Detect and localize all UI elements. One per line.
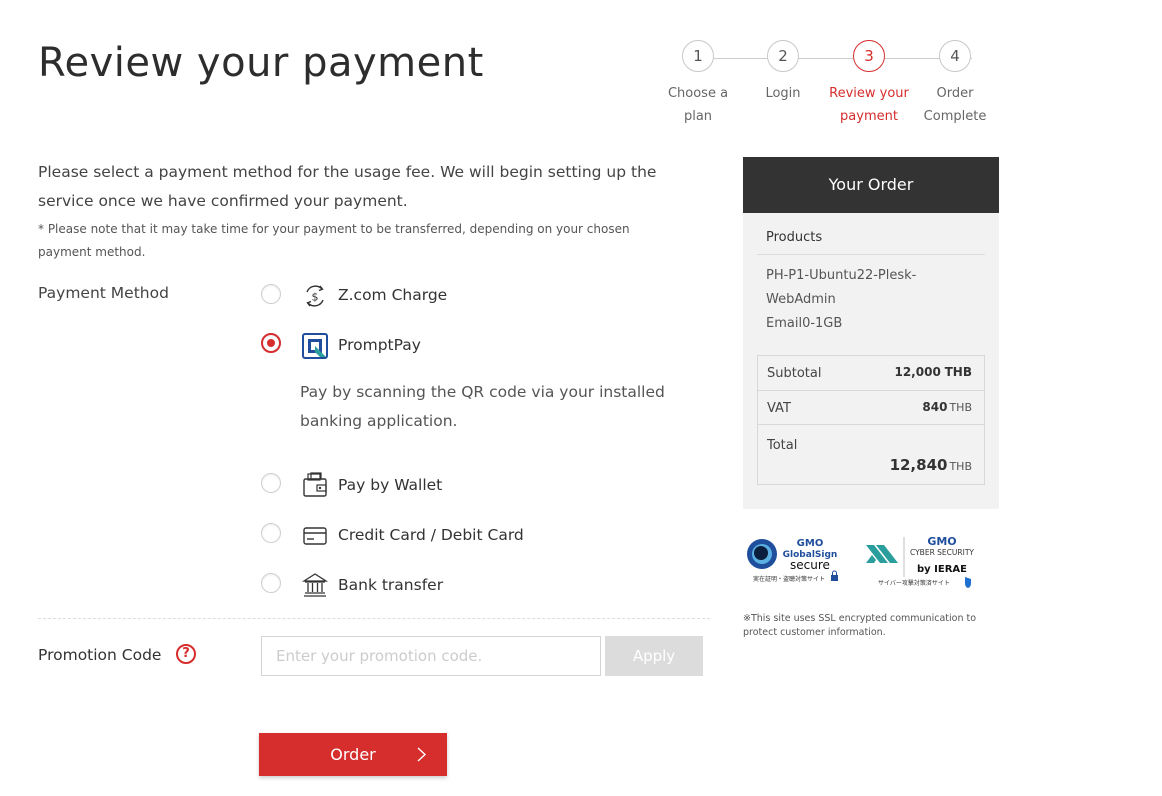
currency-label: THB <box>949 401 972 414</box>
chevron-right-icon <box>417 747 427 762</box>
order-summary-panel: Your Order Products PH-P1-Ubuntu22-Plesk… <box>743 157 999 509</box>
ssl-note: ※This site uses SSL encrypted communicat… <box>743 613 977 638</box>
promptpay-icon <box>302 333 328 359</box>
step-number: 3 <box>853 40 885 72</box>
currency-label: THB <box>944 365 972 379</box>
cybersecurity-line4: サイバー攻撃対策済サイト <box>878 579 950 587</box>
cybersecurity-line1: GMO <box>927 535 956 548</box>
products-label: Products <box>766 230 823 245</box>
order-button-label: Order <box>330 745 376 764</box>
radio-bank-transfer[interactable] <box>261 573 281 593</box>
order-summary-title: Your Order <box>743 157 999 213</box>
transfer-note: * Please note that it may take time for … <box>38 222 630 259</box>
radio-credit-card[interactable] <box>261 523 281 543</box>
globalsign-secure-badge[interactable]: GMO GlobalSign secure 実在証明・盗聴対策サイト <box>745 535 845 587</box>
vat-label: VAT <box>767 401 791 416</box>
help-icon[interactable]: ? <box>176 644 196 664</box>
zcom-charge-icon: $ <box>306 285 324 307</box>
credit-card-icon <box>303 527 327 545</box>
product-line: WebAdmin <box>766 292 836 307</box>
radio-promptpay[interactable] <box>261 333 281 353</box>
gmo-cyber-security-badge[interactable]: GMO CYBER SECURITY by IERAE サイバー攻撃対策済サイト <box>864 533 979 589</box>
step-review-payment: 3 Review your payment <box>829 40 909 128</box>
currency-label: THB <box>949 460 972 473</box>
step-label: Login <box>765 86 801 101</box>
order-button[interactable]: Order <box>259 733 447 776</box>
globalsign-line4: 実在証明・盗聴対策サイト <box>753 575 825 583</box>
radio-wallet[interactable] <box>261 473 281 493</box>
vat-value: 840 <box>922 400 948 414</box>
cybersecurity-line2: CYBER SECURITY <box>910 548 974 557</box>
apply-button[interactable]: Apply <box>605 636 703 676</box>
bank-icon <box>302 573 328 597</box>
total-value: 12,840 <box>889 456 948 474</box>
step-login: 2 Login <box>743 40 823 105</box>
svg-text:$: $ <box>312 291 319 304</box>
vat-row: VAT 840 THB <box>758 390 984 425</box>
step-number: 2 <box>767 40 799 72</box>
subtotal-value: 12,000 <box>894 365 941 379</box>
total-label: Total <box>767 438 798 453</box>
wallet-icon <box>303 472 327 497</box>
step-order-complete: 4 Order Complete <box>915 40 995 128</box>
product-line: Email0-1GB <box>766 316 843 331</box>
payment-method-name[interactable]: Pay by Wallet <box>338 476 442 494</box>
promotion-code-label: Promotion Code <box>38 646 162 664</box>
globalsign-line3: secure <box>790 558 830 572</box>
cybersecurity-line3: by IERAE <box>917 564 967 575</box>
page-title: Review your payment <box>38 40 484 86</box>
products-divider <box>757 254 985 255</box>
totals-table: Subtotal 12,000 THB VAT 840 THB Total 12,… <box>757 355 985 485</box>
subtotal-row: Subtotal 12,000 THB <box>758 356 984 390</box>
product-line: PH-P1-Ubuntu22-Plesk- <box>766 268 917 283</box>
payment-method-name[interactable]: PromptPay <box>338 336 421 354</box>
payment-method-name[interactable]: Z.com Charge <box>338 286 447 304</box>
total-row: Total 12,840 THB <box>758 424 984 485</box>
globalsign-line1: GMO <box>797 538 824 549</box>
step-label: Choose a plan <box>667 86 729 124</box>
section-divider <box>38 618 710 619</box>
payment-method-name[interactable]: Credit Card / Debit Card <box>338 526 524 544</box>
step-label: Review your payment <box>829 86 909 124</box>
progress-stepper: 1 Choose a plan 2 Login 3 Review your paym… <box>660 40 1010 140</box>
promptpay-description: Pay by scanning the QR code via your ins… <box>300 383 665 430</box>
subtotal-label: Subtotal <box>767 366 822 381</box>
intro-text: Please select a payment method for the u… <box>38 163 657 210</box>
step-label: Order Complete <box>923 86 987 124</box>
payment-method-label: Payment Method <box>38 284 169 302</box>
radio-zcom-charge[interactable] <box>261 284 281 304</box>
step-number: 4 <box>939 40 971 72</box>
payment-method-name[interactable]: Bank transfer <box>338 576 443 594</box>
step-choose-plan: 1 Choose a plan <box>658 40 738 128</box>
promotion-code-input[interactable] <box>261 636 601 676</box>
step-number: 1 <box>682 40 714 72</box>
